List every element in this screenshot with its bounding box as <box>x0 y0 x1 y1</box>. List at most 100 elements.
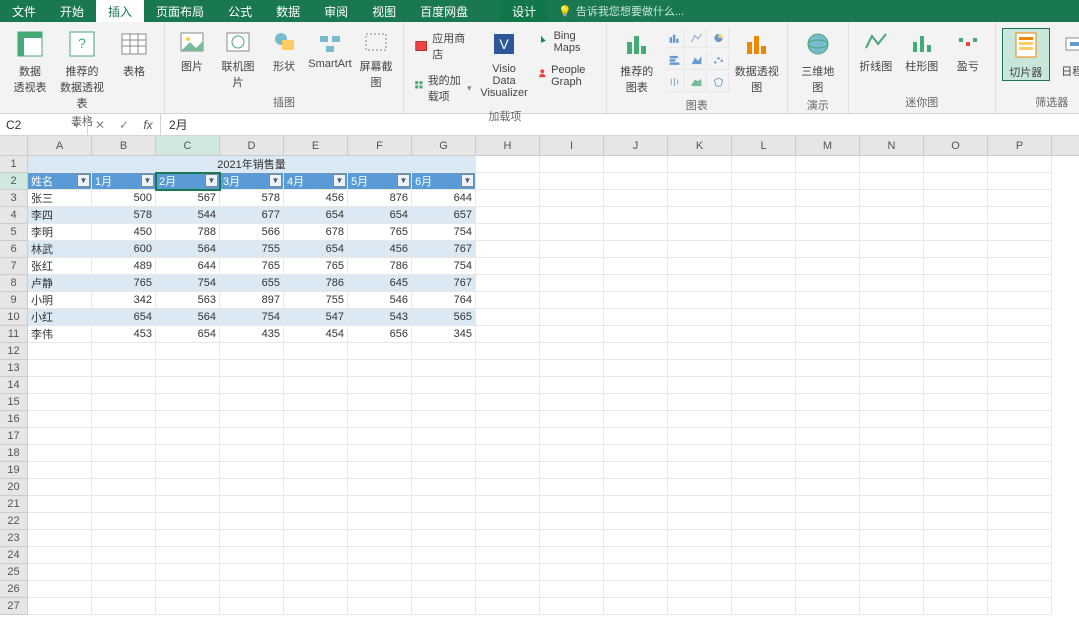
cell[interactable]: 755 <box>284 292 348 309</box>
cell[interactable] <box>540 360 604 377</box>
cell[interactable] <box>28 445 92 462</box>
cell[interactable] <box>732 156 796 173</box>
cell[interactable] <box>924 343 988 360</box>
cell[interactable] <box>796 394 860 411</box>
cell[interactable]: 453 <box>92 326 156 343</box>
cell[interactable]: 342 <box>92 292 156 309</box>
cell[interactable] <box>604 564 668 581</box>
cell[interactable] <box>92 428 156 445</box>
cell[interactable] <box>988 445 1052 462</box>
cell[interactable] <box>540 343 604 360</box>
cell[interactable] <box>668 479 732 496</box>
smartart-button[interactable]: SmartArt <box>309 28 351 70</box>
cell[interactable]: 546 <box>348 292 412 309</box>
cell[interactable] <box>796 309 860 326</box>
cell[interactable] <box>476 394 540 411</box>
cell[interactable] <box>796 564 860 581</box>
scatter-chart-button[interactable] <box>709 50 729 70</box>
cell[interactable] <box>476 411 540 428</box>
cell[interactable] <box>604 462 668 479</box>
cell[interactable] <box>220 598 284 615</box>
cell[interactable] <box>476 496 540 513</box>
cell[interactable] <box>220 530 284 547</box>
cell[interactable]: 李四 <box>28 207 92 224</box>
cell[interactable] <box>988 598 1052 615</box>
cell[interactable]: 卢静 <box>28 275 92 292</box>
cell[interactable] <box>732 377 796 394</box>
cell[interactable] <box>284 513 348 530</box>
cell[interactable] <box>732 479 796 496</box>
cell[interactable] <box>604 377 668 394</box>
cell[interactable] <box>348 360 412 377</box>
tab-design[interactable]: 设计 <box>500 0 548 22</box>
cell[interactable] <box>668 326 732 343</box>
tab-page-layout[interactable]: 页面布局 <box>144 0 216 22</box>
cell[interactable] <box>348 445 412 462</box>
tab-baidu[interactable]: 百度网盘 <box>408 0 480 22</box>
cell[interactable] <box>668 581 732 598</box>
cell[interactable] <box>476 598 540 615</box>
cell[interactable] <box>156 445 220 462</box>
cell[interactable] <box>348 581 412 598</box>
cell[interactable] <box>412 564 476 581</box>
cell[interactable] <box>732 224 796 241</box>
cell[interactable] <box>156 547 220 564</box>
cell[interactable] <box>732 275 796 292</box>
cell[interactable] <box>860 292 924 309</box>
cell[interactable]: 456 <box>348 241 412 258</box>
cell[interactable] <box>604 360 668 377</box>
pie-chart-button[interactable] <box>709 28 729 48</box>
cell[interactable]: 765 <box>92 275 156 292</box>
cell[interactable] <box>412 547 476 564</box>
cell[interactable] <box>92 479 156 496</box>
cell[interactable] <box>988 530 1052 547</box>
cell[interactable] <box>476 292 540 309</box>
cell[interactable]: 566 <box>220 224 284 241</box>
cell[interactable] <box>860 394 924 411</box>
cell[interactable] <box>348 564 412 581</box>
cell[interactable] <box>796 190 860 207</box>
cell[interactable] <box>540 190 604 207</box>
cell[interactable]: 547 <box>284 309 348 326</box>
pivot-table-button[interactable]: 数据 透视表 <box>6 28 54 95</box>
cell[interactable] <box>476 547 540 564</box>
cell[interactable]: 543 <box>348 309 412 326</box>
cell[interactable] <box>796 479 860 496</box>
cell[interactable] <box>988 479 1052 496</box>
cell[interactable] <box>604 428 668 445</box>
cell[interactable]: 764 <box>412 292 476 309</box>
cell[interactable] <box>988 224 1052 241</box>
cell[interactable] <box>732 309 796 326</box>
cell[interactable] <box>668 224 732 241</box>
cell[interactable] <box>220 547 284 564</box>
my-addins-button[interactable]: 我的加载项▾ <box>410 70 476 106</box>
cell[interactable] <box>732 547 796 564</box>
cell[interactable] <box>924 513 988 530</box>
cell[interactable] <box>924 445 988 462</box>
cell[interactable] <box>732 513 796 530</box>
formula-input[interactable]: 2月 <box>161 114 1079 135</box>
cell[interactable] <box>860 564 924 581</box>
cell[interactable] <box>796 530 860 547</box>
cell[interactable]: 5月▼ <box>348 173 412 190</box>
cell[interactable] <box>924 581 988 598</box>
cell[interactable]: 林武 <box>28 241 92 258</box>
filter-dropdown-icon[interactable]: ▼ <box>141 174 154 187</box>
cell[interactable] <box>284 445 348 462</box>
cell[interactable] <box>924 275 988 292</box>
cell[interactable] <box>540 309 604 326</box>
cell[interactable] <box>604 241 668 258</box>
column-header[interactable]: D <box>220 136 284 155</box>
cell[interactable] <box>476 173 540 190</box>
row-header[interactable]: 10 <box>0 309 28 326</box>
cell[interactable] <box>284 547 348 564</box>
cell[interactable]: 897 <box>220 292 284 309</box>
row-header[interactable]: 19 <box>0 462 28 479</box>
cell[interactable] <box>604 343 668 360</box>
visio-button[interactable]: VVisio Data Visualizer <box>480 28 529 99</box>
cell[interactable]: 500 <box>92 190 156 207</box>
cell[interactable] <box>732 564 796 581</box>
cell[interactable] <box>28 343 92 360</box>
tab-review[interactable]: 审阅 <box>312 0 360 22</box>
cell[interactable] <box>476 530 540 547</box>
